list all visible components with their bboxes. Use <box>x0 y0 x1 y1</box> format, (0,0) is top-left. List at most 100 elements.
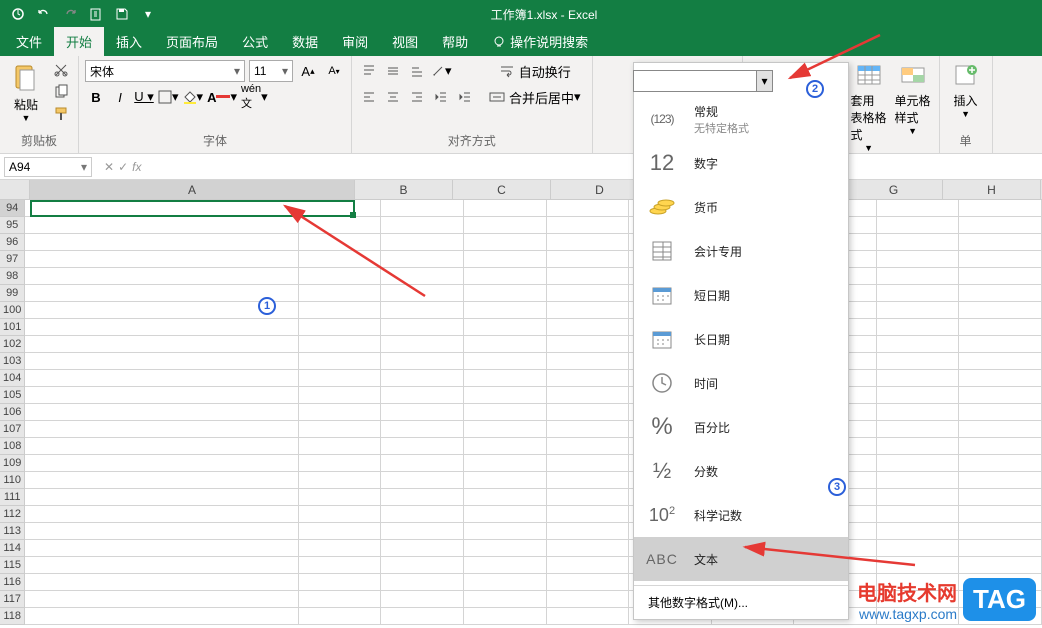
cell[interactable] <box>381 438 464 455</box>
col-header-H[interactable]: H <box>943 180 1041 199</box>
wrap-text-button[interactable]: 自动换行 <box>484 60 586 82</box>
cell[interactable] <box>299 217 382 234</box>
cell[interactable] <box>25 591 298 608</box>
number-format-item[interactable]: 时间 <box>634 361 848 405</box>
cell[interactable] <box>959 438 1042 455</box>
cell[interactable] <box>877 302 960 319</box>
paste-button[interactable]: 粘贴 ▼ <box>6 60 46 125</box>
cell[interactable] <box>464 591 547 608</box>
cell[interactable] <box>547 591 630 608</box>
cell[interactable] <box>877 404 960 421</box>
row-header[interactable]: 103 <box>0 353 25 370</box>
cell[interactable] <box>547 285 630 302</box>
cell[interactable] <box>299 489 382 506</box>
row-header[interactable]: 115 <box>0 557 25 574</box>
cell[interactable] <box>299 234 382 251</box>
row-header[interactable]: 108 <box>0 438 25 455</box>
cell[interactable] <box>381 387 464 404</box>
cell[interactable] <box>381 336 464 353</box>
cell[interactable] <box>547 421 630 438</box>
cell[interactable] <box>25 387 298 404</box>
increase-indent-button[interactable] <box>454 86 476 108</box>
cell[interactable] <box>877 268 960 285</box>
tab-formula[interactable]: 公式 <box>230 27 280 56</box>
row-header[interactable]: 95 <box>0 217 25 234</box>
cell[interactable] <box>381 268 464 285</box>
cell[interactable] <box>299 268 382 285</box>
cell[interactable] <box>547 200 630 217</box>
cell[interactable] <box>25 608 298 625</box>
fx-icon[interactable]: fx <box>132 160 141 174</box>
cell[interactable] <box>25 455 298 472</box>
cell[interactable] <box>381 404 464 421</box>
cell[interactable] <box>464 574 547 591</box>
cell[interactable] <box>381 455 464 472</box>
cell[interactable] <box>464 302 547 319</box>
cell[interactable] <box>381 217 464 234</box>
cell[interactable] <box>299 472 382 489</box>
select-all-corner[interactable] <box>0 180 30 199</box>
cell[interactable] <box>299 557 382 574</box>
cell[interactable] <box>959 557 1042 574</box>
tab-review[interactable]: 审阅 <box>330 27 380 56</box>
cell-styles-button[interactable]: 单元格样式▼ <box>893 60 933 138</box>
cell[interactable] <box>877 506 960 523</box>
row-header[interactable]: 101 <box>0 319 25 336</box>
align-center-button[interactable] <box>382 86 404 108</box>
cut-button[interactable] <box>50 60 72 80</box>
qat-more-icon[interactable]: ▾ <box>138 4 158 24</box>
cell[interactable] <box>959 319 1042 336</box>
cell[interactable] <box>547 608 630 625</box>
cell[interactable] <box>959 353 1042 370</box>
cell[interactable] <box>25 438 298 455</box>
cell[interactable] <box>959 285 1042 302</box>
cell[interactable] <box>877 421 960 438</box>
cell[interactable] <box>877 370 960 387</box>
tab-view[interactable]: 视图 <box>380 27 430 56</box>
tab-insert[interactable]: 插入 <box>104 27 154 56</box>
cell[interactable] <box>464 353 547 370</box>
cell[interactable] <box>299 285 382 302</box>
cell[interactable] <box>299 336 382 353</box>
cell[interactable] <box>381 574 464 591</box>
cell[interactable] <box>959 200 1042 217</box>
cell[interactable] <box>381 200 464 217</box>
cell[interactable] <box>877 540 960 557</box>
cell[interactable] <box>25 217 298 234</box>
cell[interactable] <box>959 506 1042 523</box>
cell[interactable] <box>299 574 382 591</box>
cell[interactable] <box>464 370 547 387</box>
copy-button[interactable] <box>50 82 72 102</box>
format-table-button[interactable]: 套用 表格格式▼ <box>849 60 889 155</box>
italic-button[interactable]: I <box>109 86 131 108</box>
col-header-C[interactable]: C <box>453 180 551 199</box>
decrease-font-button[interactable]: A▾ <box>323 60 345 82</box>
cell[interactable] <box>299 319 382 336</box>
chevron-down-icon[interactable]: ▾ <box>756 71 772 91</box>
fill-color-button[interactable]: ▾ <box>182 86 205 108</box>
cell[interactable] <box>381 285 464 302</box>
row-header[interactable]: 104 <box>0 370 25 387</box>
cell[interactable] <box>877 557 960 574</box>
cell[interactable] <box>381 608 464 625</box>
cell[interactable] <box>299 387 382 404</box>
number-format-item[interactable]: 短日期 <box>634 273 848 317</box>
cell[interactable] <box>299 438 382 455</box>
cell[interactable] <box>877 455 960 472</box>
col-header-G[interactable]: G <box>845 180 943 199</box>
cell[interactable] <box>299 421 382 438</box>
cell[interactable] <box>547 302 630 319</box>
number-format-item[interactable]: ½分数 <box>634 449 848 493</box>
cell[interactable] <box>464 540 547 557</box>
cell[interactable] <box>299 251 382 268</box>
cell[interactable] <box>547 251 630 268</box>
cell[interactable] <box>464 319 547 336</box>
cell[interactable] <box>547 506 630 523</box>
cell[interactable] <box>547 336 630 353</box>
row-header[interactable]: 106 <box>0 404 25 421</box>
cell[interactable] <box>25 421 298 438</box>
cell[interactable] <box>547 489 630 506</box>
format-painter-button[interactable] <box>50 104 72 124</box>
border-button[interactable]: ▾ <box>157 86 180 108</box>
cell[interactable] <box>381 234 464 251</box>
